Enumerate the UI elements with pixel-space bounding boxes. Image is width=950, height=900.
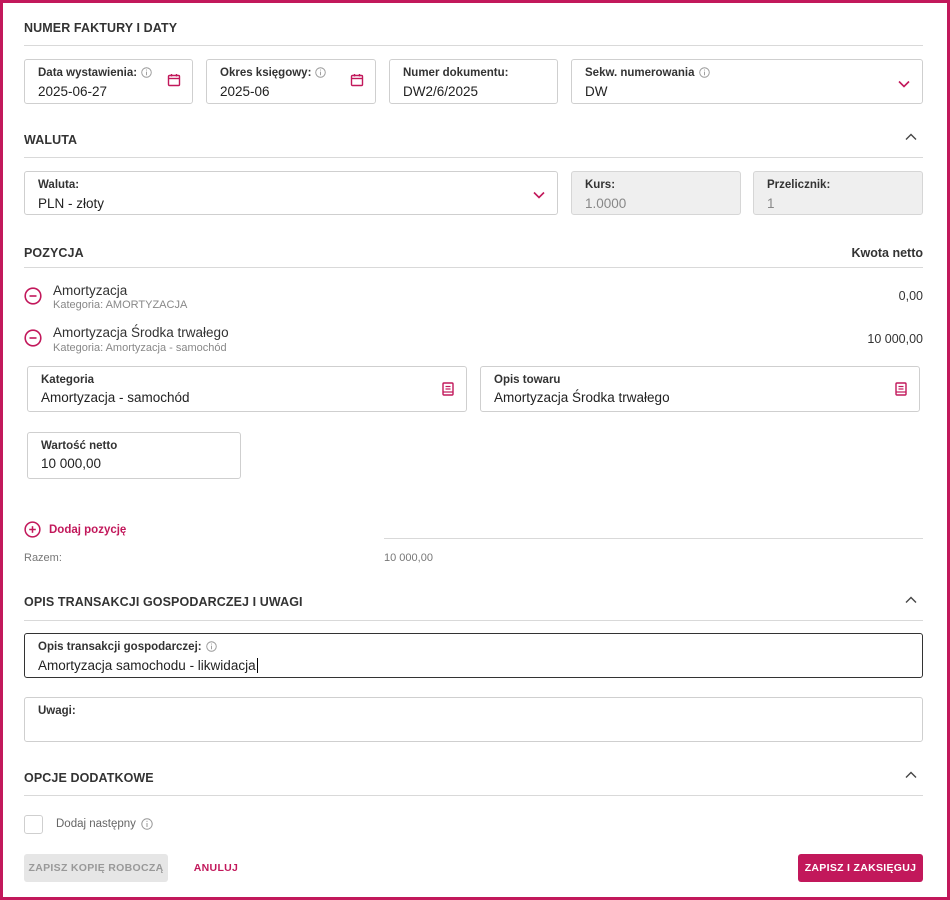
converter-label: Przelicznik:	[767, 179, 831, 191]
notes-label: Uwagi:	[38, 705, 76, 717]
currency-select[interactable]: Waluta: PLN - złoty	[24, 171, 558, 215]
net-value-field[interactable]: Wartość netto 10 000,00	[27, 432, 241, 479]
sequence-value: DW	[585, 84, 608, 99]
info-icon	[315, 67, 327, 78]
info-icon	[205, 641, 217, 652]
divider	[24, 157, 923, 158]
chevron-down-icon[interactable]	[532, 190, 546, 200]
divider	[24, 795, 923, 796]
add-next-checkbox[interactable]	[24, 815, 43, 834]
divider	[24, 620, 923, 621]
remove-item-icon[interactable]	[24, 287, 42, 305]
rate-value: 1.0000	[585, 196, 627, 211]
save-and-post-button[interactable]: ZAPISZ I ZAKSIĘGUJ	[798, 854, 923, 882]
doc-number-field[interactable]: Numer dokumentu: DW2/6/2025	[389, 59, 558, 104]
transaction-description-value: Amortyzacja samochodu - likwidacja	[38, 658, 256, 673]
section-title-numbers: NUMER FAKTURY I DATY	[24, 21, 178, 35]
chevron-down-icon[interactable]	[897, 79, 911, 89]
rate-label: Kurs:	[585, 179, 616, 191]
plus-circle-icon	[24, 521, 41, 538]
divider	[24, 267, 923, 268]
sequence-select[interactable]: Sekw. numerowania DW	[571, 59, 923, 104]
section-title-positions: POZYCJA	[24, 246, 84, 260]
section-title-options: OPCJE DODATKOWE	[24, 771, 154, 785]
sequence-label: Sekw. numerowania	[585, 67, 695, 79]
text-caret	[256, 658, 258, 673]
add-position-label: Dodaj pozycję	[49, 523, 127, 536]
item-category: Kategoria: AMORTYZACJA	[53, 299, 188, 311]
issue-date-value: 2025-06-27	[38, 84, 108, 99]
remove-item-icon[interactable]	[24, 329, 42, 347]
save-draft-button[interactable]: ZAPISZ KOPIĘ ROBOCZĄ	[24, 854, 168, 882]
info-icon	[698, 67, 710, 78]
transaction-description-label: Opis transakcji gospodarczej:	[38, 641, 202, 653]
section-title-currency: WALUTA	[24, 133, 78, 147]
chevron-up-icon[interactable]	[904, 770, 918, 780]
book-icon[interactable]	[895, 382, 907, 396]
item-amount: 0,00	[898, 289, 923, 303]
divider	[384, 538, 923, 539]
calendar-icon[interactable]	[350, 73, 364, 87]
item-description-field[interactable]: Opis towaru Amortyzacja Środka trwałego	[480, 366, 920, 412]
period-label: Okres księgowy:	[220, 67, 312, 79]
add-next-label: Dodaj następny	[56, 818, 136, 830]
period-value: 2025-06	[220, 84, 270, 99]
chevron-up-icon[interactable]	[904, 132, 918, 142]
info-icon	[141, 818, 153, 830]
info-icon	[141, 67, 152, 78]
item-name: Amortyzacja	[53, 283, 128, 298]
total-label: Razem:	[24, 552, 62, 564]
item-description-label: Opis towaru	[494, 374, 561, 386]
chevron-up-icon[interactable]	[904, 595, 918, 605]
converter-field: Przelicznik: 1	[753, 171, 923, 215]
book-icon[interactable]	[442, 382, 454, 396]
doc-number-value: DW2/6/2025	[403, 84, 479, 99]
net-value-value: 10 000,00	[41, 456, 102, 471]
currency-label: Waluta:	[38, 179, 80, 191]
net-amount-header: Kwota netto	[851, 246, 923, 260]
category-label: Kategoria	[41, 374, 95, 386]
item-name: Amortyzacja Środka trwałego	[53, 325, 229, 340]
add-position-button[interactable]: Dodaj pozycję	[24, 521, 126, 538]
section-title-description: OPIS TRANSAKCJI GOSPODARCZEJ I UWAGI	[24, 595, 303, 609]
converter-value: 1	[767, 196, 775, 211]
doc-number-label: Numer dokumentu:	[403, 67, 509, 79]
category-value: Amortyzacja - samochód	[41, 390, 190, 405]
notes-field[interactable]: Uwagi:	[24, 697, 923, 742]
issue-date-field[interactable]: Data wystawienia: 2025-06-27	[24, 59, 193, 104]
transaction-description-field[interactable]: Opis transakcji gospodarczej: Amortyzacj…	[24, 633, 923, 678]
net-value-label: Wartość netto	[41, 440, 118, 452]
item-description-value: Amortyzacja Środka trwałego	[494, 390, 670, 405]
issue-date-label: Data wystawienia:	[38, 67, 138, 79]
item-category: Kategoria: Amortyzacja - samochód	[53, 342, 227, 354]
item-amount: 10 000,00	[867, 332, 923, 346]
calendar-icon[interactable]	[167, 73, 181, 87]
rate-field: Kurs: 1.0000	[571, 171, 741, 215]
period-field[interactable]: Okres księgowy: 2025-06	[206, 59, 376, 104]
cancel-button[interactable]: ANULUJ	[186, 854, 246, 882]
total-value: 10 000,00	[384, 552, 433, 564]
category-field[interactable]: Kategoria Amortyzacja - samochód	[27, 366, 467, 412]
divider	[24, 45, 923, 46]
currency-value: PLN - złoty	[38, 196, 105, 211]
